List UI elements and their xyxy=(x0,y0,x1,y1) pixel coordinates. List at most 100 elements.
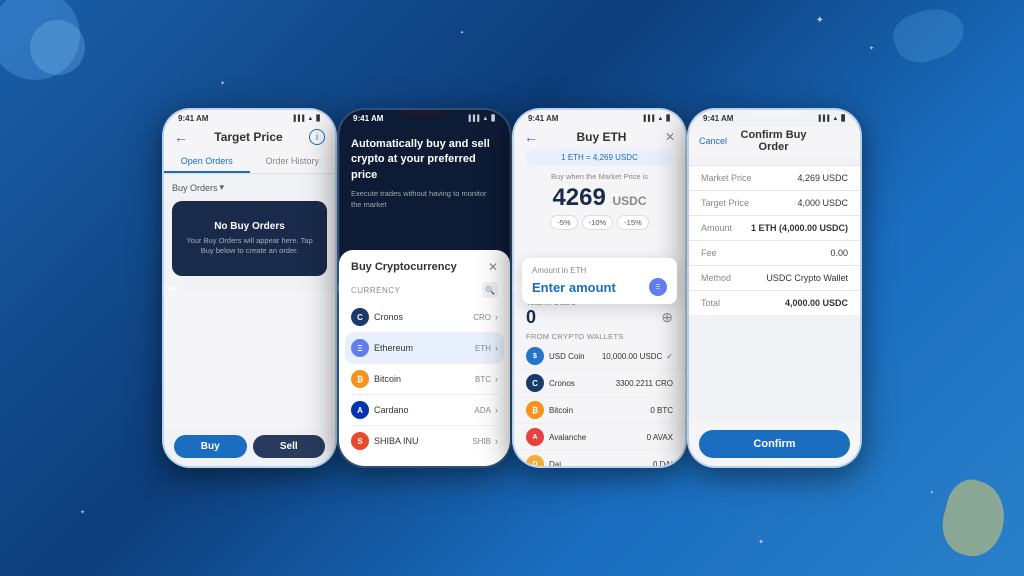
phone3-status-icons: ▐▐▐ ▲ ▊ xyxy=(642,115,671,122)
coin-row-ada[interactable]: A Cardano ADA › xyxy=(351,395,498,426)
dai-icon: D xyxy=(526,455,544,468)
wifi-icon: ▲ xyxy=(657,116,663,122)
btc-name: Bitcoin xyxy=(374,374,401,384)
pct-btn-5[interactable]: -5% xyxy=(550,215,577,230)
coin-row-shib[interactable]: S SHIBA INU SHIB › xyxy=(351,426,498,456)
rate-box: 1 ETH = 4,269 USDC xyxy=(526,149,673,166)
phone1-status-icons: ▐▐▐ ▲ ▊ xyxy=(292,115,321,122)
coin-row-btc[interactable]: ₿ Bitcoin BTC › xyxy=(351,364,498,395)
wallet-avax[interactable]: A Avalanche 0 AVAX xyxy=(514,424,685,451)
phone3-time: 9:41 AM xyxy=(528,114,558,123)
row-market-price: Market Price 4,269 USDC xyxy=(689,165,860,191)
phone1-time: 9:41 AM xyxy=(178,114,208,123)
eth-ticker: ETH xyxy=(475,344,491,353)
phone3-title: Buy ETH xyxy=(538,130,665,144)
phone4-wrapper: 9:41 AM ▐▐▐ ▲ ▊ Cancel Confirm Buy Order… xyxy=(687,108,862,468)
search-icon[interactable]: 🔍 xyxy=(482,282,498,298)
row-method: Method USDC Crypto Wallet xyxy=(689,266,860,291)
phone2-wrapper: 9:41 AM ▐▐▐ ▲ ▊ Automatically buy and se… xyxy=(337,108,512,468)
modal-close-icon[interactable]: ✕ xyxy=(488,260,498,274)
pct-btn-10[interactable]: -10% xyxy=(582,215,614,230)
check-icon: ✓ xyxy=(666,352,673,361)
notch1 xyxy=(225,110,275,118)
phone2-status-icons: ▐▐▐ ▲ ▊ xyxy=(467,115,496,122)
eth-name: Ethereum xyxy=(374,343,413,353)
wallet-cro[interactable]: C Cronos 3300.2211 CRO xyxy=(514,370,685,397)
phone1-body: Buy Orders ▾ No Buy Orders Your Buy Orde… xyxy=(164,174,335,292)
amount-placeholder[interactable]: Enter amount xyxy=(532,280,616,295)
cro-icon: C xyxy=(351,308,369,326)
wallets-label: FROM CRYPTO WALLETS xyxy=(514,328,685,343)
phone2-bg-text: Automatically buy and sell crypto at you… xyxy=(339,127,510,189)
wifi-icon: ▲ xyxy=(832,116,838,122)
total-value: 0 xyxy=(526,307,536,328)
shib-ticker: SHIB xyxy=(472,437,491,446)
buy-button[interactable]: Buy xyxy=(174,435,247,458)
modal-title: Buy Cryptocurrency xyxy=(351,261,457,273)
phone3-back-button[interactable]: ← xyxy=(524,129,538,145)
battery-icon: ▊ xyxy=(666,115,671,122)
phone1-wrapper: 9:41 AM ▐▐▐ ▲ ▊ ← Target Price i Open Or… xyxy=(162,108,337,468)
coin-row-eth[interactable]: Ξ Ethereum ETH › xyxy=(345,333,504,364)
phone3-close-icon[interactable]: ✕ xyxy=(665,130,675,144)
empty-desc: Your Buy Orders will appear here. Tap Bu… xyxy=(182,236,317,256)
settings-icon[interactable]: ⊕ xyxy=(661,309,673,326)
row-fee: Fee 0.00 xyxy=(689,241,860,266)
phone1-tabs: Open Orders Order History xyxy=(164,151,335,174)
arrow-2-3: ▶ xyxy=(337,277,359,299)
ada-name: Cardano xyxy=(374,405,409,415)
wallet-dai[interactable]: D Dai 0 DAI xyxy=(514,451,685,468)
phone3: 9:41 AM ▐▐▐ ▲ ▊ ← Buy ETH ✕ 1 ETH = 4,26… xyxy=(512,108,687,468)
phone4-title: Confirm Buy Order xyxy=(727,129,820,153)
empty-title: No Buy Orders xyxy=(182,221,317,232)
wifi-icon: ▲ xyxy=(307,116,313,122)
shib-name: SHIBA INU xyxy=(374,436,419,446)
amount-input-row: Enter amount Ξ xyxy=(532,278,667,296)
cancel-button[interactable]: Cancel xyxy=(699,136,727,146)
eth-currency-icon: Ξ xyxy=(649,278,667,296)
battery-icon: ▊ xyxy=(316,115,321,122)
coin-row-cro[interactable]: C Cronos CRO › xyxy=(351,302,498,333)
total-row: 0 ⊕ xyxy=(514,307,685,328)
battery-icon: ▊ xyxy=(491,115,496,122)
phone1-info-button[interactable]: i xyxy=(309,129,325,145)
phone4: 9:41 AM ▐▐▐ ▲ ▊ Cancel Confirm Buy Order… xyxy=(687,108,862,468)
modal-header: Buy Cryptocurrency ✕ xyxy=(351,260,498,274)
phone2: 9:41 AM ▐▐▐ ▲ ▊ Automatically buy and se… xyxy=(337,108,512,468)
empty-orders-card: No Buy Orders Your Buy Orders will appea… xyxy=(172,201,327,276)
phone1-footer: Buy Sell xyxy=(164,427,335,466)
phone2-sub-text: Execute trades without having to monitor… xyxy=(339,189,510,218)
amount-tooltip: Amount in ETH Enter amount Ξ xyxy=(522,258,677,304)
sell-button[interactable]: Sell xyxy=(253,435,326,458)
tab-order-history[interactable]: Order History xyxy=(250,151,336,173)
ada-icon: A xyxy=(351,401,369,419)
confirm-button[interactable]: Confirm xyxy=(699,430,850,458)
phone1-back-button[interactable]: ← xyxy=(174,129,188,145)
ada-ticker: ADA xyxy=(475,406,491,415)
orders-label: Buy Orders ▾ xyxy=(172,182,327,193)
phone2-time: 9:41 AM xyxy=(353,114,383,123)
wallet-btc[interactable]: ₿ Bitcoin 0 BTC xyxy=(514,397,685,424)
phone1: 9:41 AM ▐▐▐ ▲ ▊ ← Target Price i Open Or… xyxy=(162,108,337,468)
row-amount: Amount 1 ETH (4,000.00 USDC) xyxy=(689,216,860,241)
pct-btn-15[interactable]: -15% xyxy=(617,215,649,230)
phone4-status-icons: ▐▐▐ ▲ ▊ xyxy=(817,115,846,122)
cro-name: Cronos xyxy=(374,312,403,322)
avax-icon: A xyxy=(526,428,544,446)
tab-open-orders[interactable]: Open Orders xyxy=(164,151,250,173)
phone3-header: ← Buy ETH ✕ xyxy=(514,127,685,149)
wifi-icon: ▲ xyxy=(482,116,488,122)
shib-icon: S xyxy=(351,432,369,450)
btc-ticker: BTC xyxy=(475,375,491,384)
row-target-price: Target Price 4,000 USDC xyxy=(689,191,860,216)
signal-icon: ▐▐▐ xyxy=(642,116,655,122)
wallet-usdc[interactable]: $ USD Coin 10,000.00 USDC ✓ xyxy=(514,343,685,370)
phone1-title: Target Price xyxy=(188,130,309,144)
cro-ticker: CRO xyxy=(473,313,491,322)
notch3 xyxy=(575,110,625,118)
btc-icon: ₿ xyxy=(351,370,369,388)
phone4-header: Cancel Confirm Buy Order xyxy=(689,127,860,159)
usdc-icon: $ xyxy=(526,347,544,365)
phone4-body: Market Price 4,269 USDC Target Price 4,0… xyxy=(689,165,860,315)
target-price: 4269 USDC xyxy=(514,184,685,212)
